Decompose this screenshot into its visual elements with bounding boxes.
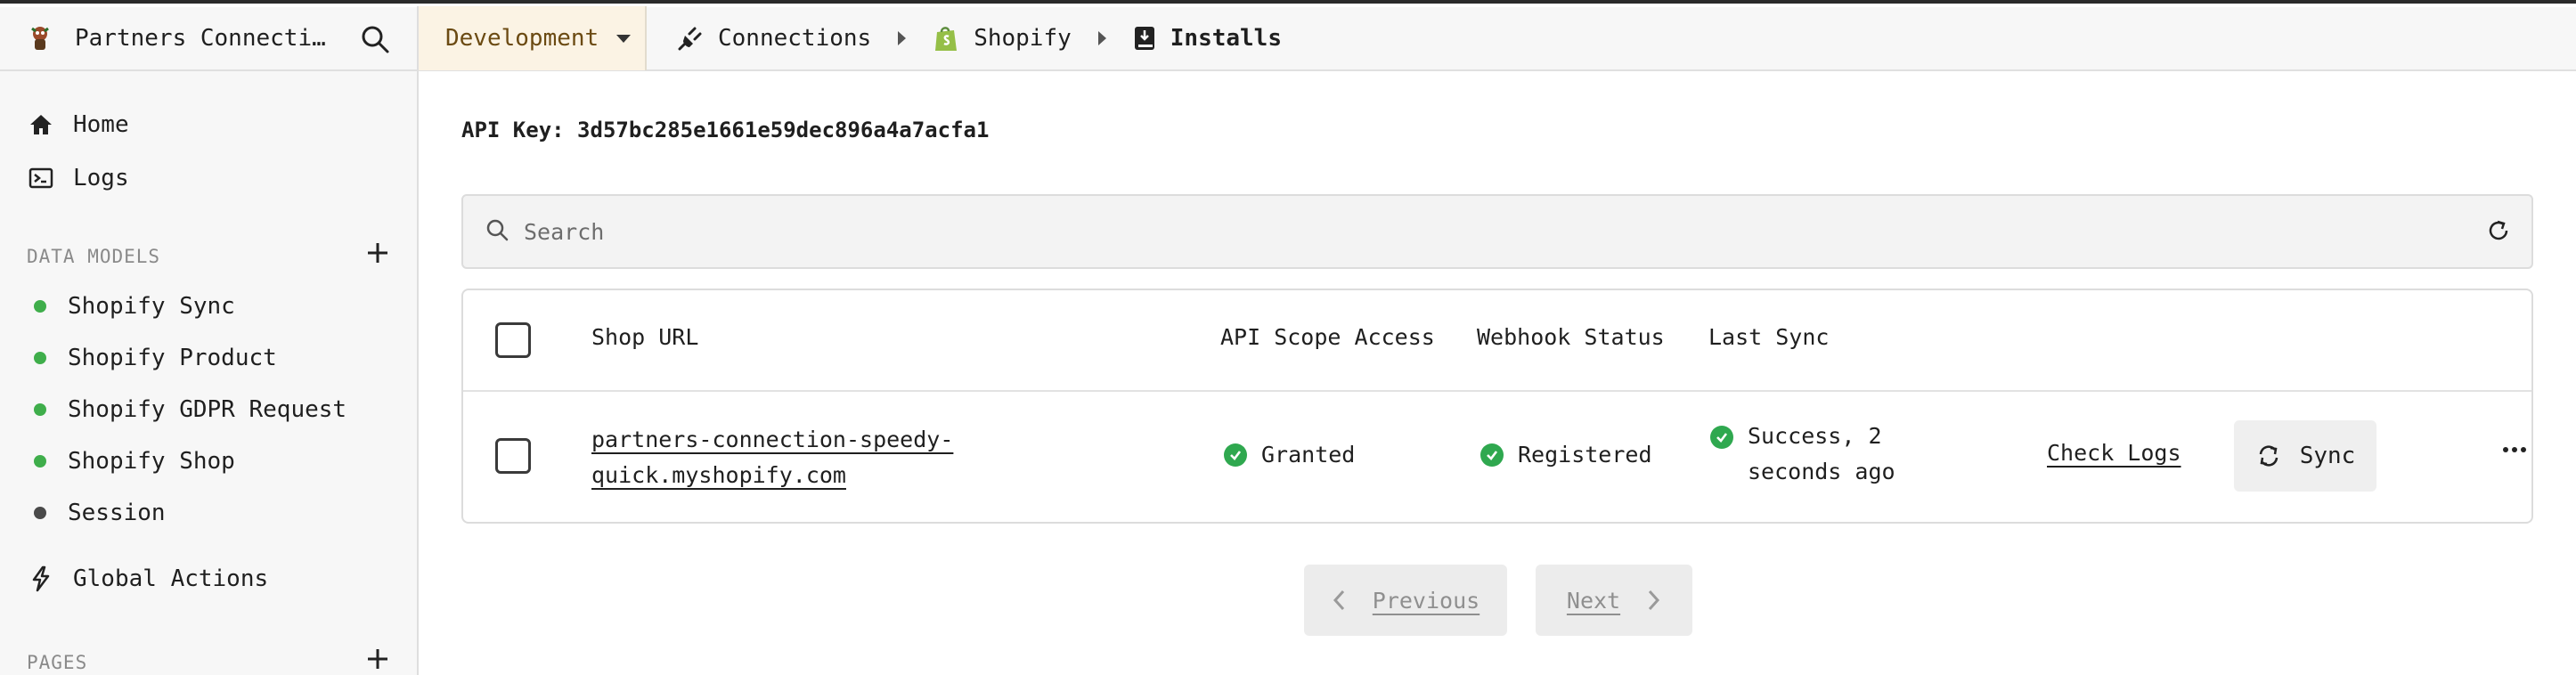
breadcrumb-shopify[interactable]: Shopify <box>933 24 1072 53</box>
webhook-status: Registered <box>1480 442 1652 468</box>
table-header: Shop URL API Scope Access Webhook Status… <box>463 290 2531 392</box>
chevron-left-icon <box>1333 590 1344 611</box>
sidebar-item-label: Shopify Product <box>68 345 277 371</box>
book-download-icon <box>1134 27 1154 50</box>
refresh-icon[interactable] <box>2485 217 2515 248</box>
search-icon[interactable] <box>360 24 390 54</box>
breadcrumb-label: Connections <box>718 25 872 52</box>
api-scope-text: Granted <box>1261 442 1356 468</box>
plug-icon <box>678 27 702 51</box>
app-root: Partners Connectio… Development Connecti… <box>0 6 2576 675</box>
breadcrumb-label: Installs <box>1170 25 1282 52</box>
check-circle-icon <box>1480 443 1504 467</box>
sync-button[interactable]: Sync <box>2234 420 2376 492</box>
chevron-right-icon <box>1097 31 1106 45</box>
shop-url-link[interactable]: partners-connection-speedy-quick.myshopi… <box>591 422 966 493</box>
search-input[interactable] <box>524 218 2394 245</box>
sidebar-item-label: Logs <box>73 165 129 191</box>
column-header-last-sync[interactable]: Last Sync <box>1708 324 1829 350</box>
sidebar-item-shopify-product[interactable]: Shopify Product <box>34 340 277 376</box>
pages-heading: PAGES <box>27 652 88 673</box>
lightning-icon <box>27 565 55 593</box>
search-bar <box>461 194 2533 269</box>
breadcrumb-installs: Installs <box>1133 25 1282 52</box>
previous-label: Previous <box>1372 587 1480 614</box>
chevron-right-icon <box>1648 590 1660 611</box>
add-data-model-icon[interactable] <box>365 240 390 265</box>
brand[interactable]: Partners Connectio… <box>0 6 419 70</box>
webhook-status-text: Registered <box>1518 442 1652 468</box>
sidebar-item-logs[interactable]: Logs <box>27 160 129 196</box>
shopify-bag-icon <box>935 27 958 51</box>
top-bar: Partners Connectio… Development Connecti… <box>0 6 2576 71</box>
environment-selector[interactable]: Development <box>419 6 647 70</box>
previous-button[interactable]: Previous <box>1304 565 1507 636</box>
sidebar-item-shopify-shop[interactable]: Shopify Shop <box>34 443 235 479</box>
sidebar: Home Logs DATA MODELS Shopify Sync Shopi… <box>0 71 419 675</box>
sidebar-item-shopify-sync[interactable]: Shopify Sync <box>34 289 235 324</box>
column-header-api-scope[interactable]: API Scope Access <box>1220 324 1435 350</box>
status-dot-icon <box>34 403 46 416</box>
app-name: Partners Connectio… <box>75 25 333 52</box>
sidebar-item-session[interactable]: Session <box>34 495 166 531</box>
column-header-webhook-status[interactable]: Webhook Status <box>1477 324 1665 350</box>
breadcrumb-label: Shopify <box>974 25 1072 52</box>
data-models-heading: DATA MODELS <box>27 246 161 267</box>
check-logs-link[interactable]: Check Logs <box>2047 440 2181 466</box>
status-dot-icon <box>34 300 46 313</box>
sidebar-item-label: Shopify GDPR Request <box>68 396 347 423</box>
status-dot-icon <box>34 507 46 519</box>
app-logo-icon <box>23 21 57 55</box>
status-dot-icon <box>34 352 46 364</box>
chevron-right-icon <box>898 31 907 45</box>
installs-table: Shop URL API Scope Access Webhook Status… <box>461 289 2533 524</box>
last-sync-status: Success, 2 seconds ago <box>1710 419 1977 490</box>
sidebar-item-label: Shopify Shop <box>68 448 235 475</box>
status-dot-icon <box>34 455 46 468</box>
main-content: API Key: 3d57bc285e1661e59dec896a4a7acfa… <box>419 71 2576 675</box>
row-checkbox[interactable] <box>495 438 531 474</box>
last-sync-text: Success, 2 seconds ago <box>1748 423 1895 484</box>
add-page-icon[interactable] <box>365 647 390 671</box>
table-row: partners-connection-speedy-quick.myshopi… <box>463 392 2531 524</box>
api-key: API Key: 3d57bc285e1661e59dec896a4a7acfa… <box>461 118 990 142</box>
breadcrumb: Connections Shopify Installs <box>647 6 1282 70</box>
terminal-icon <box>27 164 55 192</box>
sidebar-item-label: Global Actions <box>73 565 269 592</box>
sidebar-item-home[interactable]: Home <box>27 107 129 142</box>
environment-label: Development <box>445 25 599 52</box>
check-circle-icon <box>1224 443 1247 467</box>
sidebar-item-global-actions[interactable]: Global Actions <box>27 561 268 597</box>
next-label: Next <box>1566 587 1621 614</box>
sidebar-item-label: Shopify Sync <box>68 293 235 320</box>
home-icon <box>27 110 55 139</box>
sync-icon <box>2259 445 2278 467</box>
sync-button-label: Sync <box>2299 443 2356 469</box>
breadcrumb-connections[interactable]: Connections <box>677 25 871 52</box>
next-button[interactable]: Next <box>1536 565 1692 636</box>
sidebar-item-shopify-gdpr-request[interactable]: Shopify GDPR Request <box>34 392 346 427</box>
sidebar-item-label: Session <box>68 500 166 526</box>
api-scope-status: Granted <box>1224 442 1355 468</box>
search-icon <box>485 217 509 246</box>
more-options-icon[interactable] <box>2503 447 2526 452</box>
check-circle-icon <box>1710 426 1733 449</box>
column-header-shop-url[interactable]: Shop URL <box>591 324 698 350</box>
caret-down-icon <box>616 34 632 43</box>
sidebar-item-label: Home <box>73 111 129 138</box>
select-all-checkbox[interactable] <box>495 322 531 358</box>
